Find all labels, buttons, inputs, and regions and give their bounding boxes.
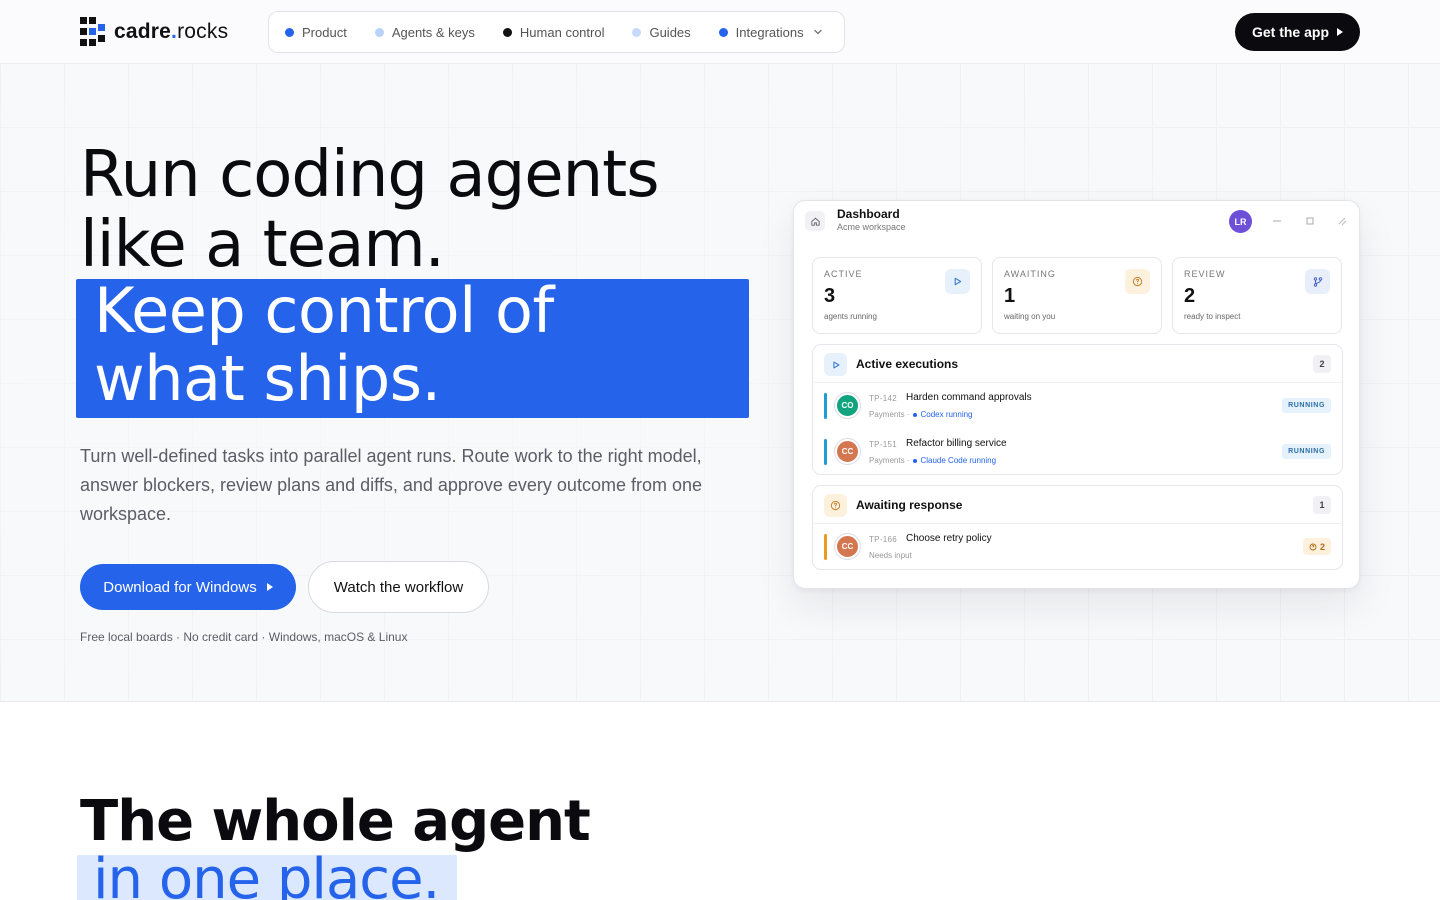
play-arrow-icon — [1337, 28, 1343, 36]
status-dot-icon — [913, 458, 918, 463]
agent-avatar: CC — [835, 439, 860, 464]
dashboard-title: Dashboard — [837, 207, 900, 221]
nav-item-agents-keys[interactable]: Agents & keys — [374, 25, 489, 40]
questions-badge: 2 — [1302, 538, 1331, 555]
nav-item-guides[interactable]: Guides — [632, 25, 704, 40]
expand-icon[interactable] — [1334, 213, 1350, 229]
status-badge: RUNNING — [1282, 398, 1331, 413]
stat-card-awaiting[interactable]: AWAITING 1 waiting on you — [992, 257, 1162, 334]
dashboard-titlebar: Dashboard Acme workspace LR — [794, 201, 1359, 241]
awaiting-row[interactable]: CC TP-166 Choose retry policy Needs inpu… — [813, 524, 1342, 570]
maximize-icon[interactable] — [1302, 213, 1318, 229]
logo[interactable]: cadre.rocks — [80, 17, 228, 47]
count-badge: 1 — [1313, 496, 1331, 514]
get-app-button[interactable]: Get the app — [1235, 13, 1360, 51]
count-badge: 2 — [1313, 355, 1331, 373]
awaiting-response-panel: Awaiting response 1 CC TP-166 Choose ret… — [812, 485, 1343, 570]
hero-highlight-headline: Keep control of what ships. — [94, 274, 554, 415]
nav-dot-icon — [374, 27, 384, 37]
git-branch-icon — [1305, 269, 1330, 294]
main-nav: Product Agents & keys Human control Guid… — [268, 11, 845, 53]
play-icon — [824, 353, 847, 376]
nav-dot-icon — [632, 27, 642, 37]
active-executions-panel: Active executions 2 CO TP-142 Harden com… — [812, 344, 1343, 475]
hero-subtitle: Turn well-defined tasks into parallel ag… — [80, 446, 702, 524]
nav-dot-icon — [502, 27, 512, 37]
site-header: cadre.rocks Product Agents & keys Human … — [0, 0, 1440, 64]
question-icon — [824, 494, 847, 517]
agent-avatar: CO — [835, 393, 860, 418]
hero-headline: Run coding agents like a team. — [80, 138, 660, 282]
home-icon[interactable] — [805, 211, 825, 231]
nav-item-product[interactable]: Product — [285, 25, 361, 40]
question-icon — [1309, 543, 1317, 550]
dashboard-preview: Dashboard Acme workspace LR ACTIVE 3 age… — [793, 200, 1360, 589]
play-arrow-icon — [266, 583, 273, 591]
logo-mark-icon — [80, 17, 106, 47]
play-icon — [945, 269, 970, 294]
chevron-down-icon — [813, 29, 822, 35]
stat-card-active[interactable]: ACTIVE 3 agents running — [812, 257, 982, 334]
watch-workflow-button[interactable]: Watch the workflow — [308, 561, 489, 613]
minimize-icon[interactable] — [1269, 213, 1285, 229]
workspace-name: Acme workspace — [837, 222, 906, 232]
execution-row[interactable]: CO TP-142 Harden command approvals Payme… — [813, 383, 1342, 429]
stat-card-review[interactable]: REVIEW 2 ready to inspect — [1172, 257, 1342, 334]
hero-section: Run coding agents like a team. Keep cont… — [0, 64, 1440, 702]
nav-item-human-control[interactable]: Human control — [502, 25, 619, 40]
status-badge: RUNNING — [1282, 444, 1331, 459]
section-highlight-text: in one place. — [93, 847, 440, 900]
nav-dot-icon — [718, 27, 728, 37]
execution-row[interactable]: CC TP-151 Refactor billing service Payme… — [813, 429, 1342, 475]
user-avatar[interactable]: LR — [1229, 210, 1252, 233]
hero-fineprint: Free local boards · No credit card · Win… — [80, 630, 408, 644]
logo-wordmark: cadre.rocks — [114, 20, 229, 43]
agent-avatar: CC — [835, 534, 860, 559]
question-icon — [1125, 269, 1150, 294]
status-dot-icon — [913, 412, 918, 417]
nav-dot-icon — [285, 27, 294, 37]
nav-item-integrations[interactable]: Integrations — [718, 25, 824, 40]
download-windows-button[interactable]: Download for Windows — [80, 564, 296, 610]
